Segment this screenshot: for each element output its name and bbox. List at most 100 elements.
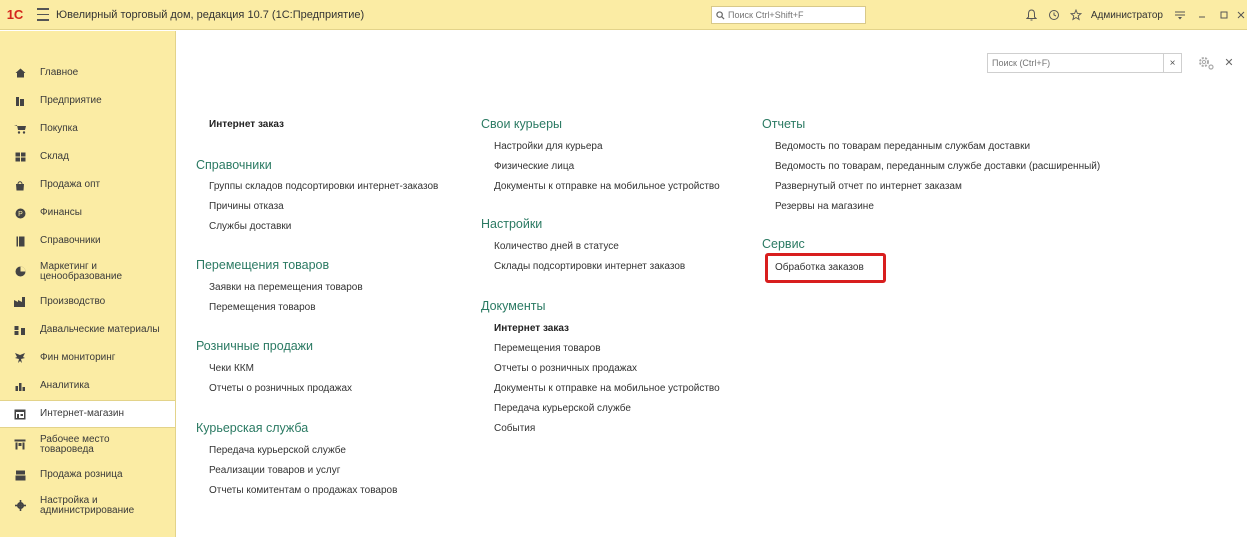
store-icon [14,408,26,420]
link-item[interactable]: Перемещения товаров [209,302,316,313]
section-title-reports: Отчеты [762,117,806,131]
link-item[interactable]: Причины отказа [209,201,284,212]
sidebar-item-label: Склад [40,151,69,162]
link-item[interactable]: Количество дней в статусе [494,241,619,252]
sidebar-item-label: Главное [40,67,79,78]
section-title-service: Сервис [762,237,805,251]
pie-icon [14,266,26,278]
section-search[interactable]: × [987,53,1182,73]
menu-icon[interactable] [30,0,56,30]
link-item[interactable]: Службы доставки [209,221,291,232]
link-item[interactable]: Настройки для курьера [494,141,603,152]
sidebar-item-label: Продажа розница [40,469,123,480]
link-item[interactable]: Передача курьерской службе [494,403,631,414]
sidebar-item-label: Маркетинг и ценообразование [40,260,123,282]
section-title-courier: Курьерская служба [196,421,309,435]
sidebar-item-online-store[interactable]: Интернет-магазин [0,400,175,428]
sidebar-item-enterprise[interactable]: Предприятие [0,87,175,115]
link-internet-order[interactable]: Интернет заказ [209,119,284,130]
section-title-settings: Настройки [481,217,543,231]
sidebar-item-tolling[interactable]: Давальческие материалы [0,316,175,344]
global-search[interactable] [711,6,866,24]
home-icon [14,67,26,79]
search-icon [716,10,725,20]
sidebar-item-merchandiser[interactable]: Рабочее место товароведа [0,428,175,461]
link-item[interactable]: Ведомость по товарам, переданным службе … [775,161,1100,172]
link-item[interactable]: Чеки ККМ [209,363,254,374]
sidebar-item-production[interactable]: Производство [0,288,175,316]
workplace-icon [14,439,26,451]
global-search-input[interactable] [728,10,858,20]
section-search-input[interactable] [988,54,1163,72]
sidebar-item-retail[interactable]: Продажа розница [0,461,175,489]
sidebar-item-label: Давальческие материалы [40,324,160,335]
link-item[interactable]: Развернутый отчет по интернет заказам [775,181,962,192]
link-item[interactable]: Отчеты о розничных продажах [494,363,637,374]
link-item[interactable]: Отчеты комитентам о продажах товаров [209,485,397,496]
app-title: Ювелирный торговый дом, редакция 10.7 (1… [56,8,365,21]
sidebar-item-wholesale[interactable]: Продажа опт [0,171,175,199]
sidebar-item-label: Справочники [40,235,101,246]
link-item[interactable]: Резервы на магазине [775,201,874,212]
section-title-retail: Розничные продажи [196,339,314,353]
section-title-catalogs: Справочники [196,158,272,172]
link-item[interactable]: Физические лица [494,161,574,172]
user-name[interactable]: Администратор [1091,10,1163,21]
book-icon [14,235,26,247]
link-item[interactable]: Документы к отправке на мобильное устрой… [494,383,720,394]
bell-icon[interactable] [1021,0,1043,30]
link-order-processing[interactable]: Обработка заказов [775,262,864,273]
sections-panel: Главное Предприятие Покупка Склад Продаж… [0,31,176,537]
sidebar-item-catalogs[interactable]: Справочники [0,227,175,255]
history-icon[interactable] [1043,0,1065,30]
factory-icon [14,296,26,308]
bag-icon [14,179,26,191]
link-item[interactable]: Документы к отправке на мобильное устрой… [494,181,720,192]
sidebar-item-label: Интернет-магазин [40,408,124,419]
cart-icon [14,123,26,135]
app-logo[interactable]: 1С [0,0,30,30]
star-icon[interactable] [1065,0,1087,30]
minimize-icon[interactable] [1191,0,1213,30]
svg-text:Р: Р [18,211,23,218]
sidebar-item-fin-monitoring[interactable]: Фин мониторинг [0,344,175,372]
sidebar-item-administration[interactable]: Настройка и администрирование [0,489,175,522]
link-item[interactable]: Группы складов подсортировки интернет-за… [209,181,438,192]
warehouse-icon [14,151,26,163]
close-window-icon[interactable] [1235,0,1247,30]
settings-gear-icon[interactable] [1196,53,1216,73]
clear-search-icon[interactable]: × [1163,54,1181,72]
link-item[interactable]: События [494,423,535,434]
materials-icon [14,324,26,336]
sidebar-item-finance[interactable]: Р Финансы [0,199,175,227]
link-item[interactable]: Отчеты о розничных продажах [209,383,352,394]
section-content: × ✕ Интернет заказ Справочники Группы ск… [177,31,1247,537]
maximize-icon[interactable] [1213,0,1235,30]
title-bar-controls: Администратор [1021,0,1247,30]
bar-chart-icon [14,380,26,392]
link-item[interactable]: Склады подсортировки интернет заказов [494,261,685,272]
link-item[interactable]: Заявки на перемещения товаров [209,282,363,293]
sidebar-item-main[interactable]: Главное [0,59,175,87]
close-icon[interactable]: ✕ [1222,55,1236,69]
link-item[interactable]: Интернет заказ [494,323,569,334]
link-item[interactable]: Ведомость по товарам переданным службам … [775,141,1030,152]
sidebar-item-label: Финансы [40,207,82,218]
sidebar-item-warehouse[interactable]: Склад [0,143,175,171]
register-icon [14,469,26,481]
sidebar-item-analytics[interactable]: Аналитика [0,372,175,400]
section-title-documents: Документы [481,299,546,313]
link-item[interactable]: Реализации товаров и услуг [209,465,340,476]
sidebar-item-label: Покупка [40,123,78,134]
sidebar-item-label: Аналитика [40,380,90,391]
link-item[interactable]: Передача курьерской службе [209,445,346,456]
sidebar-item-label: Настройка и администрирование [40,494,135,516]
gear-icon [14,500,26,512]
building-icon [14,95,26,107]
settings-menu-icon[interactable] [1169,0,1191,30]
sidebar-item-purchase[interactable]: Покупка [0,115,175,143]
eagle-icon [14,352,26,364]
sidebar-item-label: Производство [40,296,106,307]
sidebar-item-marketing[interactable]: Маркетинг и ценообразование [0,255,175,288]
link-item[interactable]: Перемещения товаров [494,343,601,354]
